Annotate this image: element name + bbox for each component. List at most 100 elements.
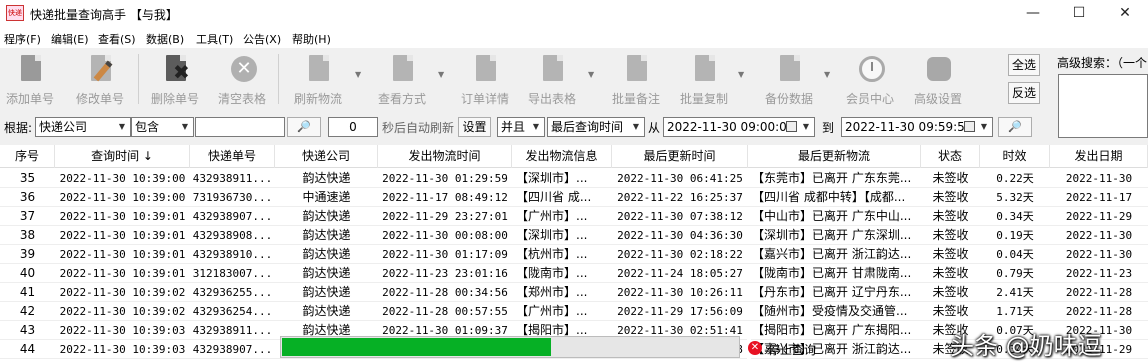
to-time-picker[interactable]: 2022-11-30 09:59:59 ▼	[841, 117, 993, 137]
time-search-icon[interactable]: 🔎	[998, 117, 1032, 137]
header-col-ship-time[interactable]: 发出物流时间	[378, 145, 512, 168]
col-ship-date-cell: 2022-11-29	[1065, 210, 1133, 223]
col-status-cell: 未签收	[932, 209, 969, 223]
refresh-seconds-input[interactable]: 0	[328, 117, 378, 137]
edit-number-button[interactable]: 修改单号	[70, 54, 130, 106]
calendar-icon	[964, 121, 975, 132]
header-col-courier[interactable]: 快递公司	[275, 145, 378, 168]
member-center-button[interactable]: 会员中心	[842, 54, 898, 106]
menu-data[interactable]: 数据(B)	[146, 31, 184, 47]
minimize-button[interactable]: —	[1010, 0, 1056, 28]
header-col-ship-date[interactable]: 发出日期	[1050, 145, 1148, 168]
stop-query-button[interactable]: ✕ 停止查询	[747, 339, 816, 359]
refresh-document-icon	[304, 54, 332, 84]
order-detail-button[interactable]: 订单详情	[456, 54, 514, 106]
col-ship-info-cell: 【深圳市】...	[516, 228, 588, 242]
table-row[interactable]: 36 2022-11-30 10:39:00 731936730... 中通速递 202…	[0, 188, 1148, 207]
backup-icon	[775, 54, 803, 84]
col-ship-date-cell: 2022-11-17	[1065, 191, 1133, 204]
col-last-update-info-cell: 【嘉兴市】已离开 浙江韵达...	[752, 247, 912, 261]
col-index-cell: 42	[19, 304, 36, 318]
header-col-ship-info[interactable]: 发出物流信息	[512, 145, 612, 168]
refresh-dropdown-arrow-icon[interactable]: ▼	[355, 70, 361, 79]
progress-fill	[282, 338, 551, 356]
keyword-input[interactable]	[195, 117, 285, 137]
view-mode-button[interactable]: 查看方式	[374, 54, 430, 106]
header-col-status[interactable]: 状态	[921, 145, 980, 168]
header-col-query-time[interactable]: 查询时间 ↓	[55, 145, 190, 168]
menu-program[interactable]: 程序(F)	[4, 31, 41, 47]
clear-table-button[interactable]: ✕ 清空表格	[214, 54, 270, 106]
table-row[interactable]: 42 2022-11-30 10:39:02 432936254... 韵达快递 202…	[0, 302, 1148, 321]
from-time-picker[interactable]: 2022-11-30 09:00:00 ▼	[663, 117, 815, 137]
delete-number-button[interactable]: ✖ 删除单号	[145, 54, 205, 106]
table-row[interactable]: 39 2022-11-30 10:39:01 432938910... 韵达快递 202…	[0, 245, 1148, 264]
col-last-update-time-cell: 2022-11-30 10:26:11	[617, 286, 743, 299]
col-query-time-cell: 2022-11-30 10:39:02	[59, 305, 186, 318]
logic-select[interactable]: 并且 ▼	[497, 117, 545, 137]
backup-dropdown-arrow-icon[interactable]: ▼	[824, 70, 830, 79]
header-col-tracking-number[interactable]: 快递单号	[190, 145, 275, 168]
table-row[interactable]: 37 2022-11-30 10:39:01 432938907... 韵达快递 202…	[0, 207, 1148, 226]
header-col-index[interactable]: 序号	[0, 145, 55, 168]
export-table-button[interactable]: 导出表格	[524, 54, 580, 106]
select-all-button[interactable]: 全选	[1008, 54, 1040, 76]
col-ship-time-cell: 2022-11-28 00:57:55	[382, 305, 508, 318]
col-last-update-info-cell: 【东莞市】已离开 广东东莞...	[752, 171, 912, 185]
app-icon: 快递	[6, 5, 24, 21]
col-ship-date-cell: 2022-11-30	[1065, 248, 1133, 261]
col-query-time-cell: 2022-11-30 10:39:01	[59, 210, 186, 223]
menu-edit[interactable]: 编辑(E)	[51, 31, 89, 47]
table-row[interactable]: 38 2022-11-30 10:39:01 432938908... 韵达快递 202…	[0, 226, 1148, 245]
export-dropdown-arrow-icon[interactable]: ▼	[588, 70, 594, 79]
maximize-button[interactable]: ☐	[1056, 0, 1102, 28]
col-courier-cell: 韵达快递	[302, 266, 351, 280]
table-row[interactable]: 41 2022-11-30 10:39:02 432936255... 韵达快递 202…	[0, 283, 1148, 302]
match-select[interactable]: 包含 ▼	[131, 117, 194, 137]
col-courier-cell: 韵达快递	[302, 285, 351, 299]
search-icon[interactable]: 🔎	[287, 117, 321, 137]
col-duration-cell: 0.34天	[996, 210, 1034, 223]
col-index-cell: 40	[19, 266, 36, 280]
menu-help[interactable]: 帮助(H)	[292, 31, 331, 47]
gear-icon	[924, 54, 952, 84]
view-dropdown-arrow-icon[interactable]: ▼	[438, 70, 444, 79]
refresh-logistics-button[interactable]: 刷新物流	[290, 54, 346, 106]
order-detail-label: 订单详情	[460, 92, 509, 106]
header-col-last-update-time[interactable]: 最后更新时间	[612, 145, 748, 168]
col-status-cell: 未签收	[932, 190, 969, 204]
menu-tools[interactable]: 工具(T)	[196, 31, 233, 47]
order-detail-icon	[471, 54, 499, 84]
header-col-duration[interactable]: 时效	[980, 145, 1050, 168]
col-last-update-info-cell: 【随州市】受疫情及交通管...	[752, 304, 908, 318]
col-last-update-info-cell: 【陇南市】已离开 甘肃陇南...	[752, 266, 912, 280]
add-number-button[interactable]: 添加单号	[2, 54, 58, 106]
view-mode-label: 查看方式	[377, 92, 426, 106]
backup-data-button[interactable]: 备份数据	[760, 54, 818, 106]
menu-notice[interactable]: 公告(X)	[243, 31, 281, 47]
from-time-value: 2022-11-30 09:00:00	[667, 120, 795, 134]
table-header: 序号 查询时间 ↓ 快递单号 快递公司 发出物流时间 发出物流信息 最后更新时间 最后更新物流…	[0, 145, 1148, 168]
header-col-last-update-info[interactable]: 最后更新物流	[748, 145, 921, 168]
table-row[interactable]: 35 2022-11-30 10:39:00 432938911... 韵达快递 202…	[0, 169, 1148, 188]
menu-view[interactable]: 查看(S)	[98, 31, 136, 47]
field-select[interactable]: 快递公司 ▼	[35, 117, 131, 137]
menu-bar: 程序(F) 编辑(E) 查看(S) 数据(B) 工具(T) 公告(X) 帮助(H…	[0, 28, 1148, 48]
invert-selection-button[interactable]: 反选	[1008, 82, 1040, 104]
col-tracking-number-cell: 731936730...	[192, 191, 273, 204]
batch-copy-icon	[690, 54, 718, 84]
clear-circle-x-icon: ✕	[228, 54, 257, 84]
batch-note-button[interactable]: 批量备注	[607, 54, 665, 106]
col-query-time-cell: 2022-11-30 10:39:01	[59, 229, 186, 242]
close-button[interactable]: ✕	[1102, 0, 1148, 28]
set-button[interactable]: 设置	[458, 117, 491, 137]
col-duration-cell: 5.32天	[996, 191, 1034, 204]
table-row[interactable]: 40 2022-11-30 10:39:01 312183007... 韵达快递 202…	[0, 264, 1148, 283]
advanced-search-label: 高级搜索：（一个	[1057, 56, 1148, 70]
batch-copy-button[interactable]: 批量复制	[676, 54, 732, 106]
advanced-settings-button[interactable]: 高级设置	[910, 54, 966, 106]
batch-copy-label: 批量复制	[679, 92, 728, 106]
copy-dropdown-arrow-icon[interactable]: ▼	[738, 70, 744, 79]
export-table-label: 导出表格	[527, 92, 576, 106]
time-field-select[interactable]: 最后查询时间 ▼	[547, 117, 645, 137]
